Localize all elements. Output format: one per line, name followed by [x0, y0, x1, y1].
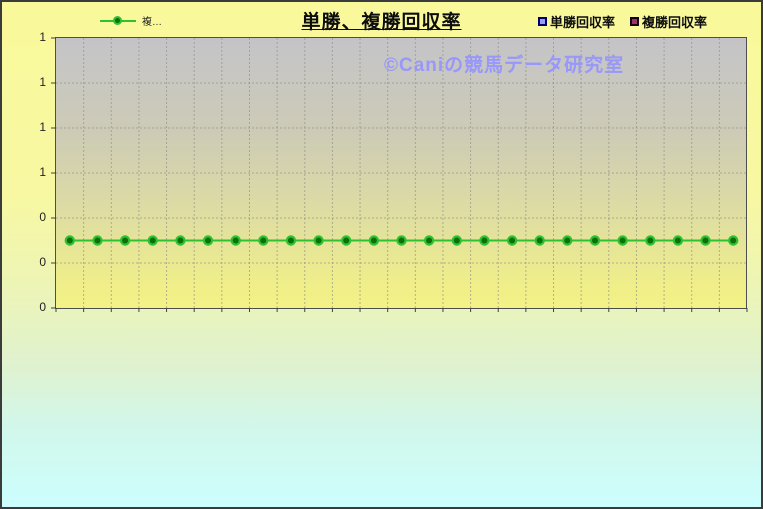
win-roi-marker-icon: [538, 17, 547, 26]
line-legend-sample: [100, 20, 136, 22]
data-point-marker-core: [730, 238, 736, 244]
data-point-marker-core: [481, 238, 487, 244]
legend-item-place-roi: 複勝回収率: [630, 12, 707, 31]
data-point-marker-core: [95, 238, 101, 244]
data-point-marker-core: [564, 238, 570, 244]
data-point-marker-core: [703, 238, 709, 244]
data-point-marker-core: [371, 238, 377, 244]
line-legend-marker-icon: [113, 16, 122, 25]
y-axis-label: 1: [2, 30, 46, 44]
y-axis-label: 1: [2, 120, 46, 134]
chart-canvas: 単勝、複勝回収率 複… 単勝回収率 複勝回収率 1111000 ©Caniの競馬…: [0, 0, 763, 509]
y-axis-label: 0: [2, 210, 46, 224]
data-point-marker-core: [177, 238, 183, 244]
line-legend-label: 複…: [142, 13, 162, 28]
place-roi-marker-icon: [630, 17, 639, 26]
win-roi-label: 単勝回収率: [550, 12, 615, 31]
place-roi-label: 複勝回収率: [642, 12, 707, 31]
data-point-marker-core: [67, 238, 73, 244]
y-axis-label: 1: [2, 165, 46, 179]
line-series-legend: 複…: [100, 13, 162, 28]
data-point-marker-core: [426, 238, 432, 244]
plot-graphics: [56, 38, 747, 308]
data-point-marker-core: [316, 238, 322, 244]
bar-series-legend: 単勝回収率 複勝回収率: [538, 12, 707, 31]
data-point-marker-core: [288, 238, 294, 244]
data-point-marker-core: [537, 238, 543, 244]
data-point-marker-core: [592, 238, 598, 244]
data-point-marker-core: [399, 238, 405, 244]
y-axis-label: 1: [2, 75, 46, 89]
data-point-marker-core: [260, 238, 266, 244]
legend-item-win-roi: 単勝回収率: [538, 12, 615, 31]
y-axis-label: 0: [2, 255, 46, 269]
data-point-marker-core: [122, 238, 128, 244]
data-point-marker-core: [454, 238, 460, 244]
data-point-marker-core: [675, 238, 681, 244]
data-point-marker-core: [233, 238, 239, 244]
data-point-marker-core: [150, 238, 156, 244]
data-point-marker-core: [647, 238, 653, 244]
y-axis-label: 0: [2, 300, 46, 314]
data-point-marker-core: [509, 238, 515, 244]
data-point-marker-core: [205, 238, 211, 244]
chart-plot-area: [55, 37, 747, 309]
data-point-marker-core: [343, 238, 349, 244]
watermark-text: ©Caniの競馬データ研究室: [384, 50, 624, 77]
data-point-marker-core: [620, 238, 626, 244]
